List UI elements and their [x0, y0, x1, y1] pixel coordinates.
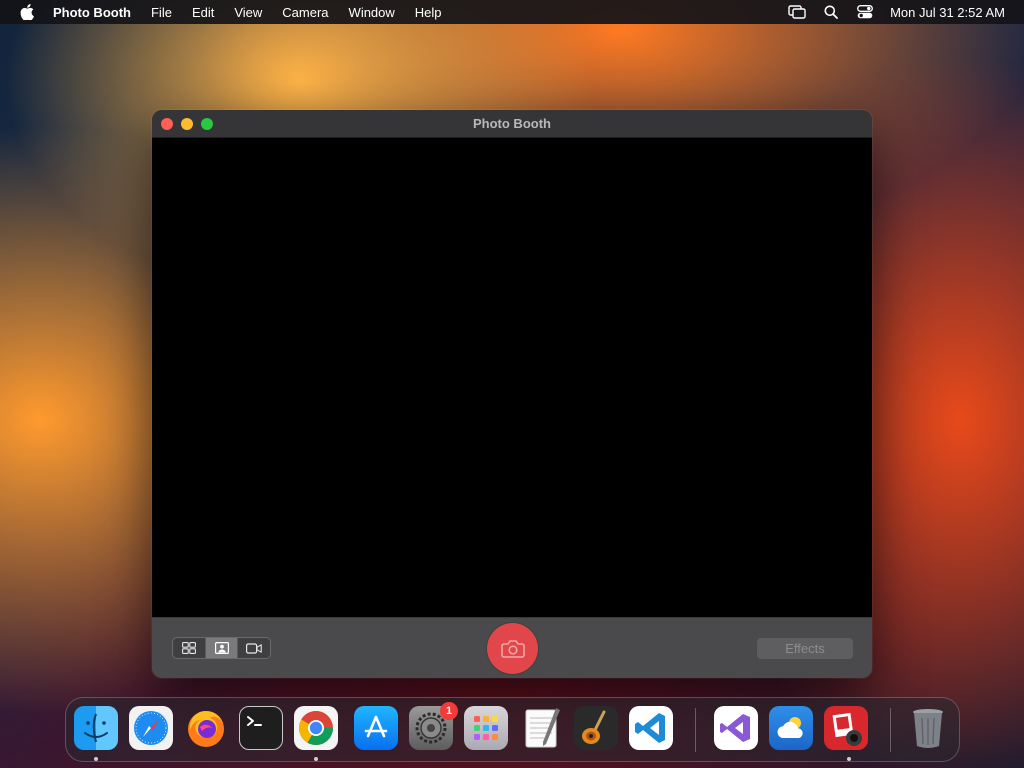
bottom-toolbar: Effects: [152, 617, 872, 678]
notification-badge: 1: [440, 702, 458, 720]
dock-chrome[interactable]: [294, 706, 338, 750]
single-photo-mode-button[interactable]: [204, 638, 238, 658]
chrome-icon: [296, 708, 336, 748]
menu-clock[interactable]: Mon Jul 31 2:52 AM: [890, 5, 1005, 20]
app-store-icon: [356, 708, 396, 748]
vscode-icon: [631, 708, 671, 748]
dock-visual-studio[interactable]: [714, 706, 758, 750]
control-center-icon[interactable]: [856, 4, 874, 20]
dock-firefox[interactable]: [184, 706, 228, 750]
dock-safari[interactable]: [129, 706, 173, 750]
status-area: Mon Jul 31 2:52 AM: [788, 4, 1024, 20]
portrait-icon: [214, 642, 229, 654]
trash-icon: [908, 706, 948, 750]
menu-bar: Photo Booth File Edit View Camera Window…: [0, 0, 1024, 24]
guitar-icon: [576, 708, 616, 748]
menu-edit[interactable]: Edit: [192, 5, 214, 20]
dock-vscode[interactable]: [629, 706, 673, 750]
menu-file[interactable]: File: [151, 5, 172, 20]
dock-separator: [890, 708, 891, 752]
photo-booth-window: Photo Booth Effects: [152, 110, 872, 678]
dock-finder[interactable]: [74, 706, 118, 750]
dock-trash[interactable]: [906, 706, 950, 750]
menu-help[interactable]: Help: [415, 5, 442, 20]
video-icon: [246, 642, 262, 654]
textedit-icon: [519, 706, 563, 750]
dock-terminal[interactable]: [239, 706, 283, 750]
finder-icon: [76, 708, 116, 748]
weather-icon: [771, 708, 811, 748]
menu-view[interactable]: View: [234, 5, 262, 20]
effects-button[interactable]: Effects: [757, 638, 853, 659]
grid-icon: [181, 642, 196, 654]
visual-studio-icon: [716, 708, 756, 748]
dock-separator: [695, 708, 696, 752]
close-button[interactable]: [161, 118, 173, 130]
dock-garageband[interactable]: [574, 706, 618, 750]
search-icon[interactable]: [822, 4, 840, 20]
four-photos-mode-button[interactable]: [173, 638, 205, 658]
capture-mode-selector: [172, 637, 271, 659]
photo-booth-icon: [826, 708, 866, 748]
dock-photo-booth-running-indicator: [847, 757, 851, 761]
menu-camera[interactable]: Camera: [282, 5, 328, 20]
safari-icon: [131, 708, 171, 748]
take-photo-button[interactable]: [487, 623, 538, 674]
maximize-button[interactable]: [201, 118, 213, 130]
dock-photo-booth[interactable]: [824, 706, 868, 750]
screen-mirroring-icon[interactable]: [788, 4, 806, 20]
camera-preview: [152, 138, 872, 617]
window-controls: [161, 118, 221, 130]
dock-finder-running-indicator: [94, 757, 98, 761]
dock-textedit[interactable]: [519, 706, 563, 750]
dock-app-store[interactable]: [354, 706, 398, 750]
dock-weather[interactable]: [769, 706, 813, 750]
dock-chrome-running-indicator: [314, 757, 318, 761]
title-bar[interactable]: Photo Booth: [152, 110, 872, 138]
minimize-button[interactable]: [181, 118, 193, 130]
menu-window[interactable]: Window: [349, 5, 395, 20]
window-title: Photo Booth: [473, 116, 551, 131]
dock-launchpad[interactable]: [464, 706, 508, 750]
video-mode-button[interactable]: [237, 638, 270, 658]
dock-system-settings[interactable]: 1: [409, 702, 458, 750]
camera-icon: [500, 639, 525, 658]
terminal-icon: [241, 708, 281, 748]
menu-app-name[interactable]: Photo Booth: [53, 5, 131, 20]
launchpad-icon: [466, 708, 506, 748]
apple-icon[interactable]: [19, 4, 35, 20]
dock: 1: [65, 697, 960, 762]
firefox-icon: [184, 706, 228, 750]
